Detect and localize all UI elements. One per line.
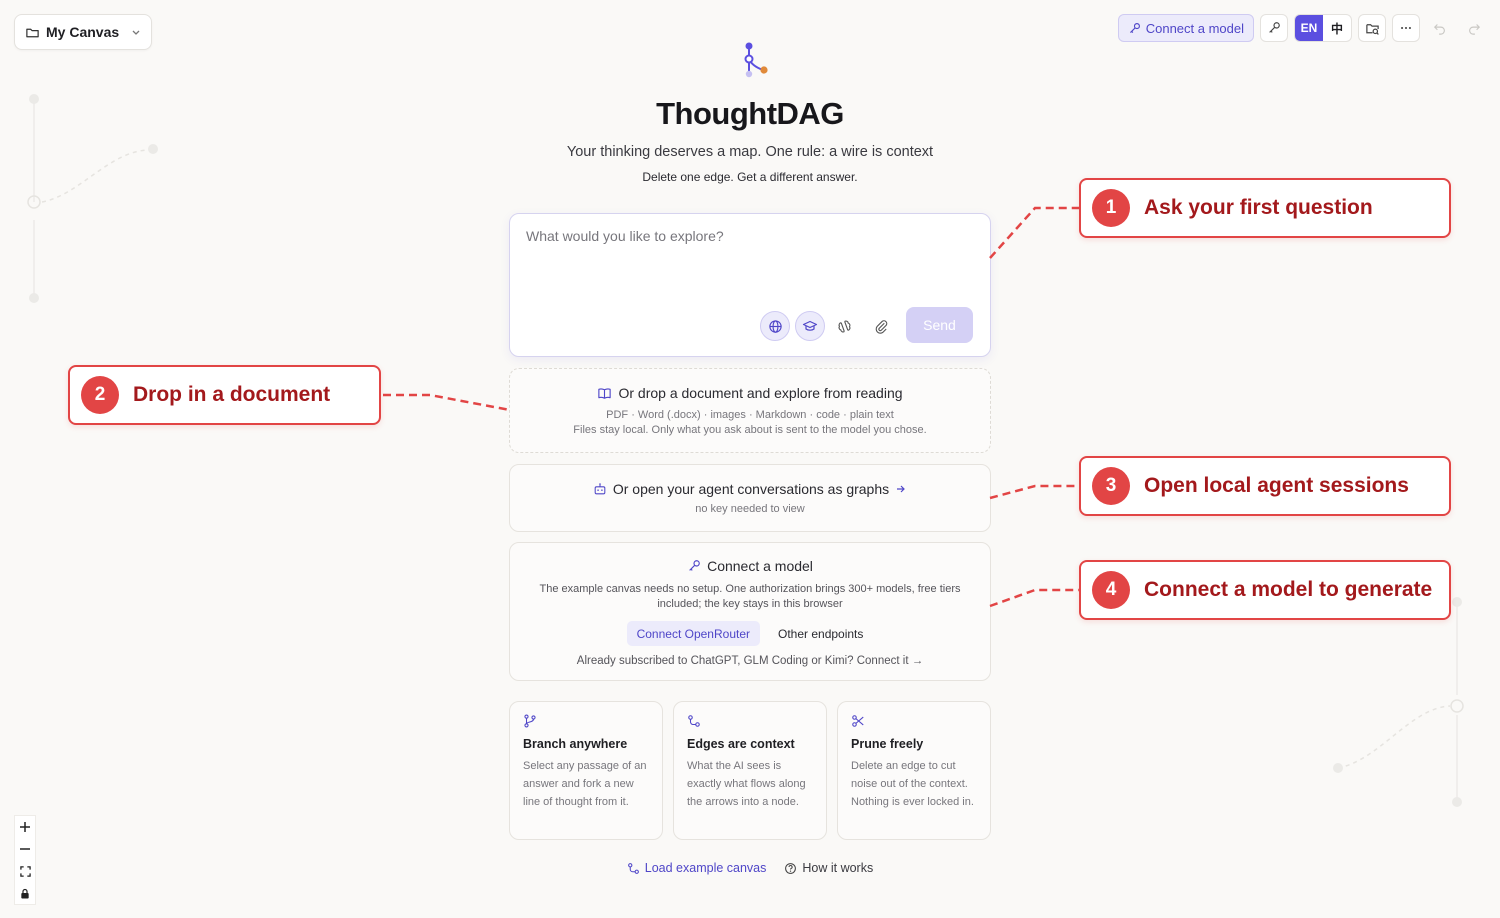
fit-view-icon — [19, 865, 31, 877]
feature-text: Delete an edge to cut noise out of the c… — [851, 760, 974, 808]
key-icon — [687, 559, 701, 573]
connect-model-label: Connect a model — [1145, 20, 1244, 36]
lang-zh-button[interactable]: 中 — [1323, 15, 1351, 41]
bottom-links: Load example canvas How it works — [0, 861, 1500, 875]
lock-view-button[interactable] — [15, 882, 35, 904]
key-icon — [1267, 21, 1281, 35]
callout-ask-question: 1 Ask your first question — [1079, 178, 1451, 238]
callout-drop-document: 2 Drop in a document — [68, 365, 381, 425]
callout-text: Connect a model to generate — [1144, 578, 1433, 601]
feature-title: Prune freely — [851, 737, 924, 751]
scholar-mode-toggle[interactable] — [795, 311, 825, 341]
drop-zone-title: Or drop a document and explore from read… — [618, 385, 903, 401]
connect-model-button[interactable]: Connect a model — [1117, 14, 1254, 42]
callout-connect-model: 4 Connect a model to generate — [1079, 560, 1451, 620]
connect-openrouter-button[interactable]: Connect OpenRouter — [626, 621, 760, 646]
lang-en-button[interactable]: EN — [1295, 15, 1323, 41]
connect-model-card: Connect a model The example canvas needs… — [509, 542, 991, 681]
link-nodes-icon — [627, 862, 640, 875]
agent-sessions-title: Or open your agent conversations as grap… — [612, 481, 890, 497]
reasoning-toggle[interactable] — [829, 311, 859, 341]
how-it-works-label: How it works — [802, 861, 874, 875]
how-it-works-link[interactable]: How it works — [784, 861, 873, 875]
canvas-name: My Canvas — [46, 24, 120, 40]
feature-title: Branch anywhere — [523, 737, 628, 751]
callout-number: 1 — [1092, 189, 1130, 227]
callout-number: 3 — [1092, 467, 1130, 505]
drop-zone-privacy: Files stay local. Only what you ask abou… — [573, 424, 927, 436]
feature-text: Select any passage of an answer and fork… — [523, 760, 647, 808]
canvas-menu-button[interactable]: My Canvas — [14, 14, 152, 50]
key-icon — [1128, 22, 1141, 35]
document-drop-zone[interactable]: Or drop a document and explore from read… — [509, 368, 991, 453]
callout-connector-2 — [383, 393, 511, 412]
undo-button[interactable] — [1426, 14, 1454, 42]
git-branch-icon — [523, 714, 649, 728]
help-circle-icon — [784, 862, 797, 875]
language-toggle: EN 中 — [1294, 14, 1352, 42]
callout-text: Drop in a document — [133, 383, 331, 406]
redo-button[interactable] — [1460, 14, 1488, 42]
callout-connector-1 — [989, 206, 1080, 259]
lock-icon — [20, 888, 30, 899]
callout-agent-sessions: 3 Open local agent sessions — [1079, 456, 1451, 516]
load-example-label: Load example canvas — [644, 861, 767, 875]
connect-card-description: The example canvas needs no setup. One a… — [539, 583, 961, 610]
other-endpoints-button[interactable]: Other endpoints — [768, 621, 873, 646]
feature-card-prune: Prune freely Delete an edge to cut noise… — [837, 701, 991, 840]
zoom-out-button[interactable] — [15, 838, 35, 860]
callout-connector-3 — [989, 484, 1080, 500]
drop-zone-formats: PDF · Word (.docx) · images · Markdown ·… — [606, 409, 894, 421]
feature-title: Edges are context — [687, 737, 795, 751]
feature-card-branch: Branch anywhere Select any passage of an… — [509, 701, 663, 840]
paperclip-icon — [874, 319, 889, 334]
folder-icon — [25, 25, 40, 40]
connect-card-title: Connect a model — [707, 558, 813, 574]
subscription-connect-link[interactable]: Already subscribed to ChatGPT, GLM Codin… — [510, 655, 990, 667]
graduation-cap-icon — [802, 318, 818, 334]
folder-search-icon — [1365, 21, 1380, 36]
app-title: ThoughtDAG — [656, 96, 844, 131]
callout-number: 4 — [1092, 571, 1130, 609]
background-graph-right — [1333, 597, 1464, 807]
redo-icon — [1467, 21, 1481, 35]
load-example-link[interactable]: Load example canvas — [627, 861, 767, 875]
app-subtitle: Your thinking deserves a map. One rule: … — [566, 144, 934, 160]
question-input-card: Send — [509, 213, 991, 357]
top-toolbar: Connect a model EN 中 — [1117, 14, 1488, 42]
zoom-controls — [14, 815, 36, 905]
send-button[interactable]: Send — [906, 307, 973, 343]
arrow-right-icon — [895, 483, 907, 495]
undo-icon — [1433, 21, 1447, 35]
agent-sessions-subtitle: no key needed to view — [695, 503, 805, 515]
question-input[interactable] — [526, 228, 966, 298]
book-open-icon — [597, 386, 612, 401]
link-nodes-icon — [687, 714, 813, 728]
callout-connector-4 — [989, 588, 1080, 608]
callout-text: Ask your first question — [1144, 196, 1373, 219]
agent-sessions-card[interactable]: Or open your agent conversations as grap… — [509, 464, 991, 532]
brain-icon — [837, 319, 852, 334]
more-icon — [1399, 21, 1413, 35]
minus-icon — [19, 843, 31, 855]
open-folder-button[interactable] — [1358, 14, 1386, 42]
attach-file-button[interactable] — [866, 311, 896, 341]
zoom-in-button[interactable] — [15, 816, 35, 838]
globe-icon — [768, 319, 783, 334]
key-settings-button[interactable] — [1260, 14, 1288, 42]
feature-card-edges: Edges are context What the AI sees is ex… — [673, 701, 827, 840]
web-search-toggle[interactable] — [760, 311, 790, 341]
chevron-down-icon — [131, 27, 141, 37]
callout-text: Open local agent sessions — [1144, 474, 1409, 497]
plus-icon — [19, 821, 31, 833]
fit-view-button[interactable] — [15, 860, 35, 882]
scissors-icon — [851, 714, 977, 728]
callout-number: 2 — [81, 376, 119, 414]
feature-text: What the AI sees is exactly what flows a… — [687, 760, 806, 808]
thoughtdag-logo — [744, 42, 768, 78]
robot-icon — [593, 482, 607, 496]
more-options-button[interactable] — [1392, 14, 1420, 42]
